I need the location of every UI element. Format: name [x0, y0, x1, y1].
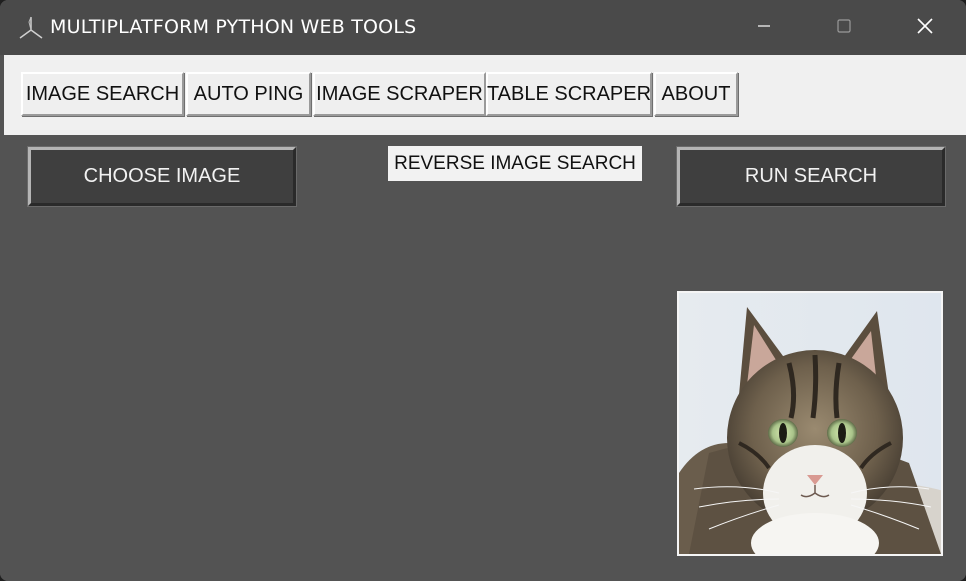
tab-bar: IMAGE SEARCH AUTO PING IMAGE SCRAPER TAB…: [4, 55, 966, 135]
close-icon: [916, 17, 934, 39]
image-search-panel: CHOOSE IMAGE REVERSE IMAGE SEARCH RUN SE…: [0, 135, 966, 581]
tab-auto-ping[interactable]: AUTO PING: [186, 72, 311, 116]
maximize-icon: [836, 18, 852, 38]
maximize-button[interactable]: [816, 8, 872, 48]
page-title: REVERSE IMAGE SEARCH: [388, 146, 642, 181]
tk-feather-icon: [17, 14, 45, 42]
minimize-icon: [756, 18, 772, 38]
run-search-button[interactable]: RUN SEARCH: [676, 146, 946, 207]
minimize-button[interactable]: [736, 8, 792, 48]
app-window: MULTIPLATFORM PYTHON WEB TOOLS IMAGE SEA…: [0, 0, 966, 581]
cat-photo: [679, 293, 941, 554]
tab-about[interactable]: ABOUT: [654, 72, 738, 116]
tab-image-search[interactable]: IMAGE SEARCH: [21, 72, 184, 116]
window-title: MULTIPLATFORM PYTHON WEB TOOLS: [50, 16, 417, 38]
close-button[interactable]: [897, 8, 953, 48]
image-preview: [677, 291, 943, 556]
tab-table-scraper[interactable]: TABLE SCRAPER: [486, 72, 652, 116]
title-bar[interactable]: MULTIPLATFORM PYTHON WEB TOOLS: [0, 0, 966, 55]
tab-image-scraper[interactable]: IMAGE SCRAPER: [313, 72, 486, 116]
choose-image-button[interactable]: CHOOSE IMAGE: [27, 146, 297, 207]
